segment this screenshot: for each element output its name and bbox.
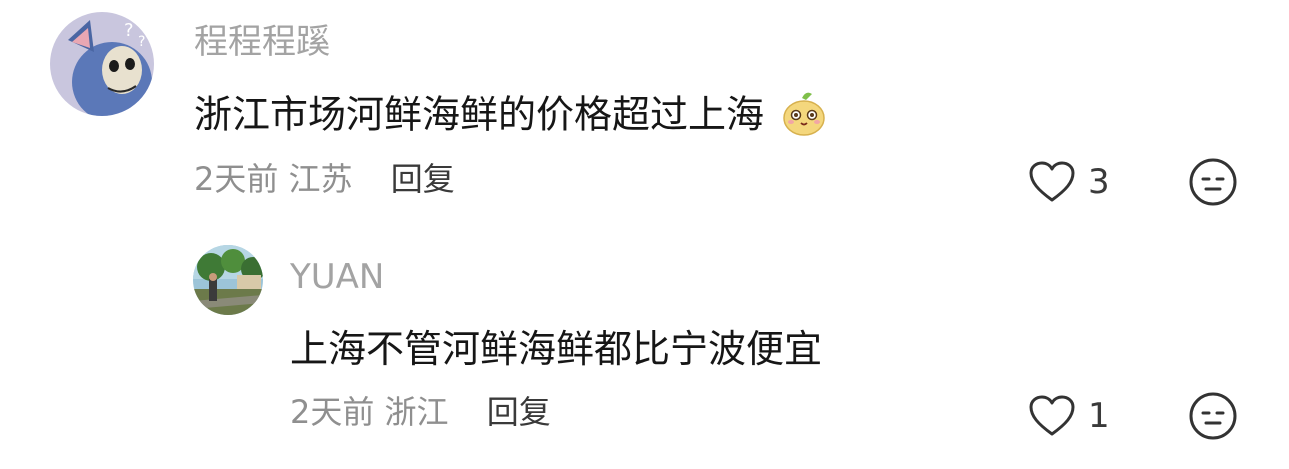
comment-text: 上海不管河鲜海鲜都比宁波便宜	[290, 327, 823, 371]
emoji-reaction-button[interactable]	[1188, 157, 1238, 207]
username[interactable]: 程程程蹊	[194, 25, 330, 59]
reply-item: YUAN 上海不管河鲜海鲜都比宁波便宜 2天前 浙江 回复 1	[0, 230, 1289, 469]
comment-meta: 2天前 浙江 回复	[290, 396, 551, 428]
outdoor-photo-avatar-icon	[193, 245, 263, 315]
like-button[interactable]: 1	[1028, 392, 1110, 440]
timestamp: 2天前	[290, 393, 375, 431]
comment-meta: 2天前 江苏 回复	[194, 163, 455, 195]
svg-text:?: ?	[124, 20, 134, 41]
svg-text:?: ?	[138, 34, 145, 50]
heart-outline-icon	[1029, 395, 1075, 436]
username[interactable]: YUAN	[290, 260, 384, 294]
shy-bean-emoji-icon	[780, 90, 828, 144]
like-count: 1	[1088, 396, 1110, 436]
timestamp: 2天前	[194, 160, 279, 198]
cartoon-cat-avatar-icon: ? ?	[50, 12, 154, 116]
neutral-face-icon	[1189, 158, 1237, 206]
comment-item: ? ? 程程程蹊 浙江市场河鲜海鲜的价格超过上海 2天前 江苏 回复 3	[0, 0, 1289, 230]
heart-outline-icon	[1029, 161, 1075, 202]
reply-button[interactable]: 回复	[391, 160, 455, 198]
avatar[interactable]: ? ?	[50, 12, 154, 116]
neutral-face-icon	[1189, 392, 1237, 440]
like-button[interactable]: 3	[1028, 158, 1110, 206]
reply-button[interactable]: 回复	[487, 393, 551, 431]
comment-text: 浙江市场河鲜海鲜的价格超过上海	[194, 90, 828, 144]
location: 浙江	[384, 393, 449, 431]
emoji-reaction-button[interactable]	[1188, 391, 1238, 441]
location: 江苏	[288, 160, 353, 198]
avatar[interactable]	[193, 245, 263, 315]
comment-text-content: 浙江市场河鲜海鲜的价格超过上海	[194, 92, 765, 137]
like-count: 3	[1088, 162, 1110, 202]
